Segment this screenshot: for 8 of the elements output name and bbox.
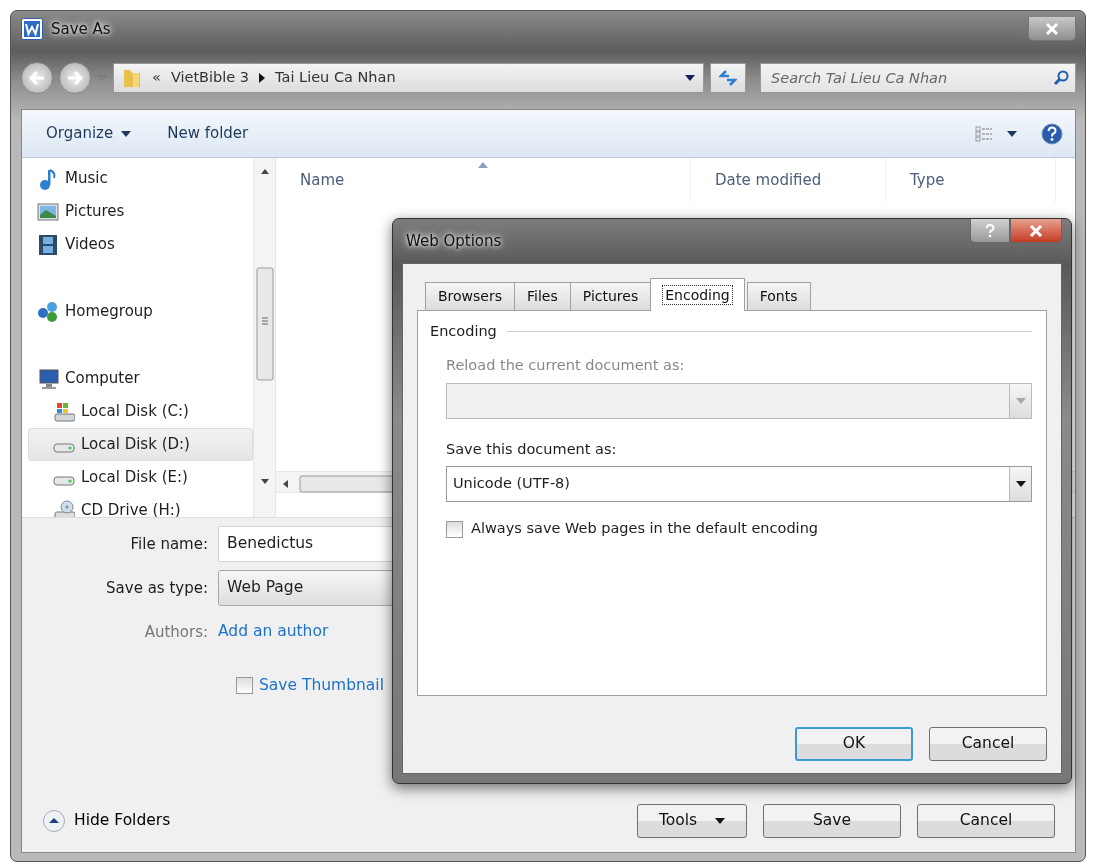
group-heading: Encoding [430,322,497,341]
field-label: Save as type: [105,577,208,599]
window-title: Save As [51,18,111,40]
field-label: File name: [129,533,208,555]
field-label: Authors: [143,621,208,643]
field-label: Reload the current document as: [446,355,686,375]
dialog-title: Web Options [406,230,502,252]
field-label: Save this document as: [446,439,618,459]
